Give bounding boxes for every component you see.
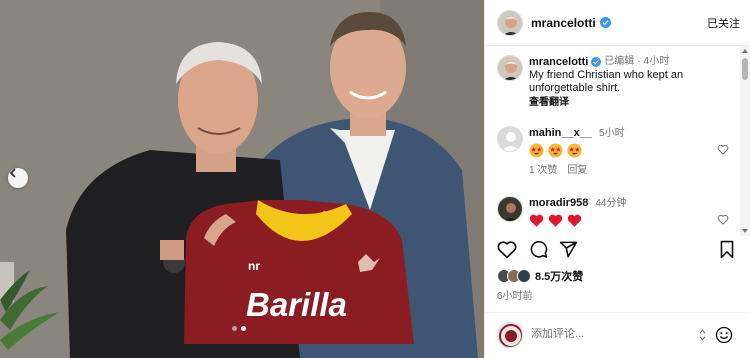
caption-time: 4小时 [643, 56, 670, 67]
see-translation-link[interactable]: 查看翻译 [529, 96, 741, 110]
follow-status-button[interactable]: 已关注 [707, 15, 740, 31]
red-heart-emoji-icon [529, 214, 544, 227]
red-heart-emoji-icon [548, 214, 563, 227]
default-avatar-icon [498, 127, 522, 151]
caption: mrancelotti 已编辑 · 4小时 My friend Christia… [497, 55, 741, 110]
star-struck-emoji-icon [548, 143, 563, 158]
verified-badge-icon [591, 57, 602, 67]
add-comment-bar [485, 312, 750, 358]
carousel-indicator [232, 326, 246, 331]
jersey-sponsor: Barilla [246, 286, 347, 323]
post-header: mrancelotti 已关注 [485, 0, 750, 46]
jersey-brand: nr [248, 259, 260, 273]
jersey: nr Barilla [184, 200, 414, 344]
comment-item: mahin__x__ 5小时 1 次赞 回复 [497, 126, 741, 178]
star-struck-emoji-icon [529, 143, 544, 158]
commenter-avatar[interactable] [497, 126, 523, 152]
heart-icon[interactable] [497, 240, 517, 259]
star-struck-emoji-icon [567, 143, 582, 158]
comments-scrollbar[interactable] [740, 46, 750, 236]
comment-like-count[interactable]: 1 次赞 [529, 164, 557, 178]
caption-avatar[interactable] [497, 55, 523, 81]
photo-illustration: nr Barilla [0, 0, 484, 358]
commenter-avatar[interactable] [497, 196, 523, 222]
author-avatar[interactable] [497, 9, 523, 36]
comment-icon[interactable] [529, 240, 548, 259]
bookmark-icon[interactable] [719, 240, 735, 259]
caption-username[interactable]: mrancelotti [529, 55, 588, 69]
verified-badge-icon [599, 17, 611, 28]
post-photo: nr Barilla [0, 0, 484, 358]
carousel-dot-active [241, 326, 246, 331]
edited-label: 已编辑 [604, 56, 635, 67]
carousel-prev-button[interactable] [8, 168, 28, 188]
comment-reply-button[interactable]: 回复 [567, 164, 587, 178]
comment-time: 44分钟 [595, 198, 627, 209]
comment-username[interactable]: mahin__x__ [529, 127, 592, 139]
carousel-dot [232, 326, 237, 331]
post-time-ago[interactable]: 6小时前 [497, 287, 533, 302]
emoji-picker-icon[interactable] [715, 326, 733, 344]
likes-count[interactable]: 8.5万次赞 [535, 268, 583, 284]
share-icon[interactable] [559, 240, 578, 259]
liker-avatar [517, 269, 531, 283]
comment-text [529, 213, 741, 228]
comment-time: 5小时 [599, 128, 625, 139]
comment-username[interactable]: moradir958 [529, 197, 588, 209]
post-side-panel: mrancelotti 已关注 mrancelotti 已编辑 · 4小时 My [484, 0, 750, 358]
likes-summary[interactable]: 8.5万次赞 [497, 268, 583, 284]
comment-heart-icon[interactable] [717, 214, 729, 225]
post-action-bar [497, 240, 737, 262]
comment-text [529, 143, 741, 158]
comment-heart-icon[interactable] [717, 144, 729, 155]
comment-item: moradir958 44分钟 [497, 196, 741, 228]
stepper-arrows-icon [699, 329, 706, 341]
add-comment-input[interactable] [531, 328, 691, 340]
author-username[interactable]: mrancelotti [531, 16, 596, 30]
dot-separator: · [637, 56, 641, 67]
comments-list: mrancelotti 已编辑 · 4小时 My friend Christia… [485, 46, 741, 236]
caption-text: My friend Christian who kept an unforget… [529, 69, 684, 94]
chevron-left-icon [9, 168, 16, 178]
red-heart-emoji-icon [567, 214, 582, 227]
current-user-avatar [497, 322, 523, 348]
